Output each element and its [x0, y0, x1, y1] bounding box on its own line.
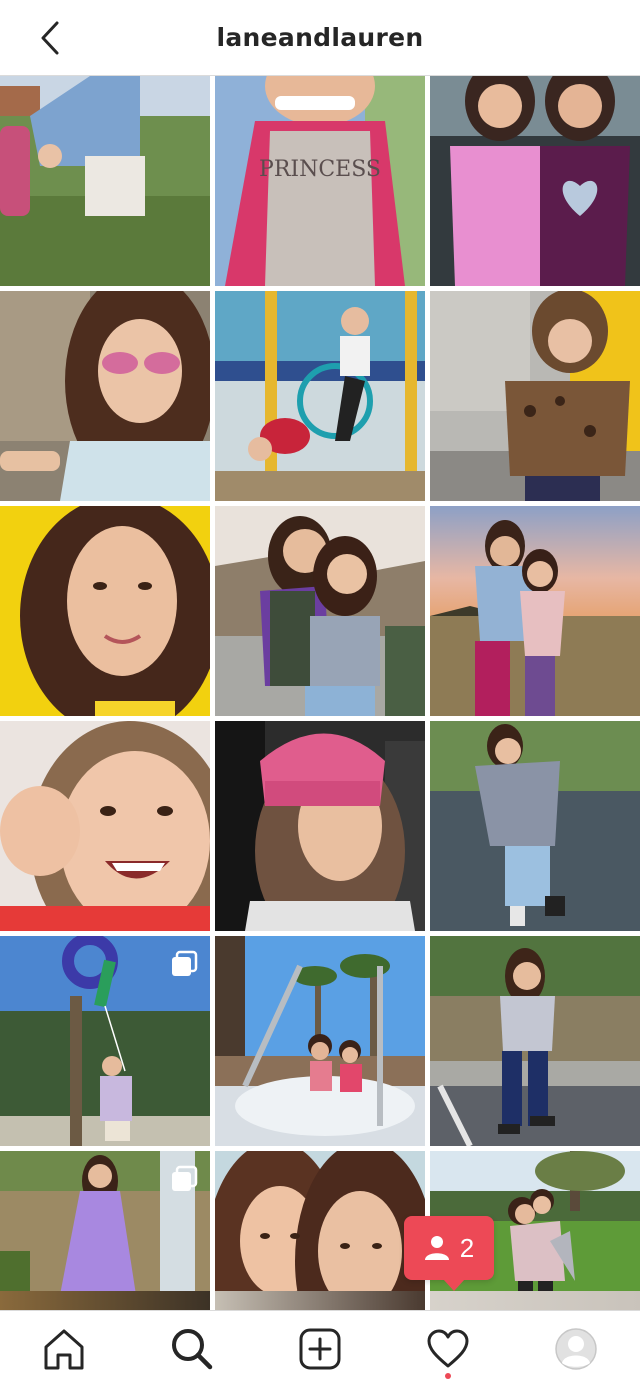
- photo-tile[interactable]: [215, 721, 425, 931]
- photo-tile-partial[interactable]: [215, 1291, 425, 1311]
- photo-two-girls-pink-purple: [430, 76, 640, 286]
- page-title: laneandlauren: [216, 23, 424, 52]
- photo-girl-leopard-coat: [430, 291, 640, 501]
- nav-new-post[interactable]: [288, 1317, 352, 1381]
- photo-tile[interactable]: [430, 936, 640, 1146]
- photo-girl-yellow-background: [0, 506, 210, 716]
- photo-girl-dirt-lot: [430, 936, 640, 1146]
- search-icon: [172, 1328, 213, 1369]
- photo-tile[interactable]: [215, 936, 425, 1146]
- chevron-left-icon: [41, 21, 59, 55]
- partial-photo-row: [0, 1291, 640, 1311]
- photo-tile[interactable]: [430, 291, 640, 501]
- photo-tile[interactable]: [0, 291, 210, 501]
- person-icon: [424, 1236, 449, 1260]
- photo-two-girls-hot-tub: [215, 936, 425, 1146]
- svg-text:PRINCESS: PRINCESS: [259, 157, 381, 182]
- photo-girls-playground: [215, 291, 425, 501]
- photo-girl-princess-shirt: PRINCESS: [215, 76, 425, 286]
- photo-tile[interactable]: [430, 721, 640, 931]
- nav-activity[interactable]: [416, 1317, 480, 1381]
- photo-tile-partial[interactable]: [430, 1291, 640, 1311]
- top-header: laneandlauren: [0, 0, 640, 76]
- activity-notification-bubble[interactable]: 2: [404, 1216, 494, 1291]
- new-post-icon: [299, 1328, 341, 1369]
- photo-girl-parking-lot: [430, 721, 640, 931]
- photo-tile[interactable]: [0, 76, 210, 286]
- multiple-photos-icon: [172, 950, 198, 976]
- photo-girl-pink-sunglasses: [0, 291, 210, 501]
- photo-girl-smiling-closeup: [0, 721, 210, 931]
- photo-tile[interactable]: [215, 506, 425, 716]
- activity-dot: [445, 1372, 451, 1379]
- photo-tile[interactable]: [430, 76, 640, 286]
- home-icon: [44, 1329, 84, 1369]
- back-button[interactable]: [30, 16, 70, 60]
- photo-grid: PRINCESS: [0, 76, 640, 1361]
- photo-tile[interactable]: PRINCESS: [215, 76, 425, 286]
- nav-profile[interactable]: [544, 1317, 608, 1381]
- photo-tile[interactable]: [0, 721, 210, 931]
- photo-tile[interactable]: [0, 506, 210, 716]
- photo-tile-partial[interactable]: [0, 1291, 210, 1311]
- photo-girl-pink-beanie: [215, 721, 425, 931]
- activity-heart-icon: [427, 1329, 469, 1367]
- nav-search[interactable]: [160, 1317, 224, 1381]
- multiple-photos-icon: [172, 1165, 198, 1191]
- bottom-nav: [0, 1310, 640, 1386]
- new-follower-count: 2: [459, 1232, 475, 1263]
- photo-girl-denim-jacket: [0, 76, 210, 286]
- nav-home[interactable]: [32, 1317, 96, 1381]
- photo-two-girls-hugging-path: [215, 506, 425, 716]
- profile-grid-screen: laneandlauren PRINCESS 2: [0, 0, 640, 1386]
- profile-avatar-icon: [555, 1327, 597, 1370]
- photo-two-girls-sunset-field: [430, 506, 640, 716]
- photo-tile[interactable]: [430, 506, 640, 716]
- photo-tile[interactable]: [0, 936, 210, 1146]
- photo-tile[interactable]: [215, 291, 425, 501]
